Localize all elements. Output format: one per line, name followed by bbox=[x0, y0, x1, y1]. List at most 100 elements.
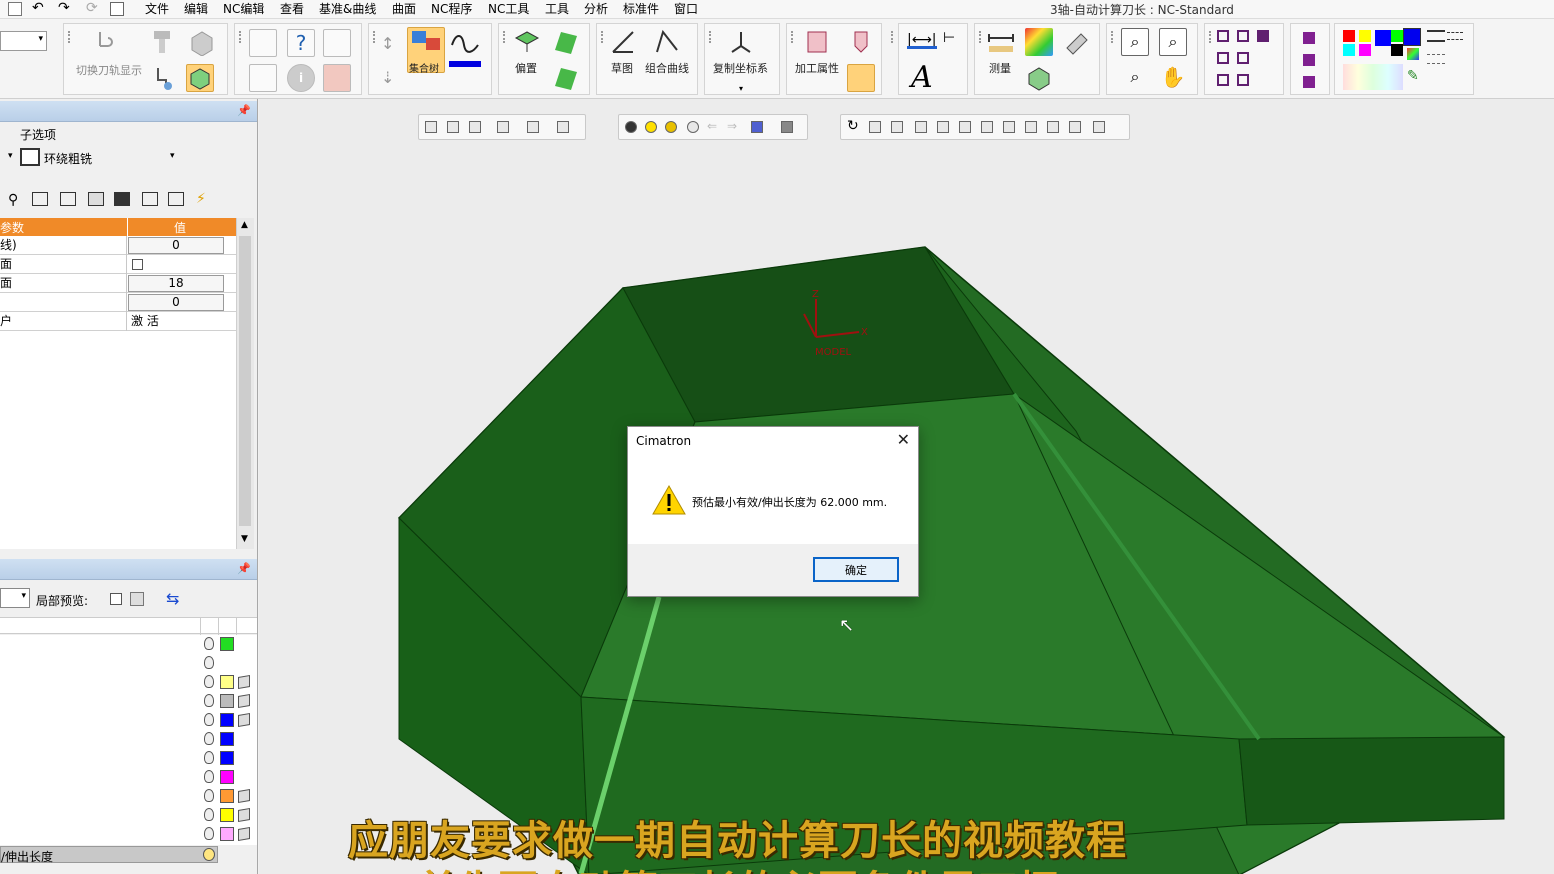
menu-view[interactable]: 查看 bbox=[280, 1, 304, 17]
layer-row[interactable] bbox=[200, 749, 256, 767]
arrow-right-icon[interactable]: ⇒ bbox=[727, 119, 739, 133]
param-value-input[interactable]: 0 bbox=[128, 294, 224, 311]
menu-surface[interactable]: 曲面 bbox=[392, 1, 416, 17]
sketch-icon[interactable] bbox=[609, 28, 637, 56]
param-tool-icon-3[interactable] bbox=[60, 192, 76, 206]
layer-color-swatch[interactable] bbox=[220, 770, 234, 784]
pan-icon[interactable]: ✋ bbox=[1159, 64, 1187, 92]
info-icon[interactable]: i bbox=[287, 64, 315, 92]
menu-window[interactable]: 窗口 bbox=[674, 1, 698, 17]
stock-display-icon[interactable] bbox=[186, 64, 214, 92]
zoom-window-icon[interactable]: ⌕ bbox=[1121, 28, 1149, 56]
save-params-icon[interactable] bbox=[114, 192, 130, 206]
param-tool-icon-8[interactable]: ⚡ bbox=[196, 191, 206, 207]
procedure-list-icon[interactable] bbox=[249, 29, 277, 57]
param-tool-icon-2[interactable] bbox=[32, 192, 48, 206]
layer-bulb-icon[interactable] bbox=[204, 827, 214, 840]
toolpath-switch-icon[interactable] bbox=[94, 28, 122, 56]
menu-nc-tools[interactable]: NC工具 bbox=[488, 1, 529, 17]
menu-standard-parts[interactable]: 标准件 bbox=[623, 1, 659, 17]
menu-edit[interactable]: 编辑 bbox=[184, 1, 208, 17]
color-picker-icon[interactable] bbox=[1407, 48, 1419, 60]
history-icon-6[interactable] bbox=[981, 121, 993, 133]
line-pattern-icon[interactable] bbox=[1427, 54, 1445, 64]
eyedropper-icon[interactable]: ✎ bbox=[1407, 68, 1419, 84]
layer-row[interactable] bbox=[200, 806, 256, 824]
menu-datum-curve[interactable]: 基准&曲线 bbox=[319, 1, 376, 17]
close-button[interactable]: ✕ bbox=[897, 431, 910, 449]
view-bottom-icon[interactable] bbox=[1217, 74, 1229, 86]
history-icon-10[interactable] bbox=[1069, 121, 1081, 133]
param-checkbox[interactable] bbox=[132, 259, 143, 270]
layer-bulb-icon[interactable] bbox=[204, 637, 214, 650]
combo-curve-icon[interactable] bbox=[653, 28, 681, 56]
layer-color-swatch[interactable] bbox=[220, 675, 234, 689]
layer-color-swatch[interactable] bbox=[220, 694, 234, 708]
layer-bulb-icon[interactable] bbox=[204, 713, 214, 726]
select-surface-icon[interactable] bbox=[469, 121, 481, 133]
color-swatch-yellow[interactable] bbox=[1359, 30, 1371, 42]
vertical-align-icon[interactable]: ↕ bbox=[381, 34, 394, 53]
procedure-dropdown-icon[interactable]: ▾ bbox=[170, 151, 175, 161]
tool-display-icon[interactable] bbox=[150, 64, 178, 92]
undo-icon[interactable]: ↶ bbox=[32, 0, 44, 16]
layer-bulb-icon[interactable] bbox=[204, 694, 214, 707]
param-value-input[interactable]: 18 bbox=[128, 275, 224, 292]
color-swatch-green[interactable] bbox=[1391, 30, 1403, 42]
selector-dropdown[interactable]: ▾ bbox=[0, 31, 47, 51]
history-icon-3[interactable] bbox=[915, 121, 927, 133]
render-wire-icon[interactable] bbox=[1303, 54, 1315, 66]
partial-preview-checkbox[interactable] bbox=[110, 593, 122, 605]
shaded-cube-icon[interactable] bbox=[751, 121, 763, 133]
param-scrollbar[interactable]: ▲ ▼ bbox=[236, 218, 254, 549]
procedure-name[interactable]: 环绕粗铣 bbox=[44, 150, 92, 167]
rotate-icon[interactable]: ↻ bbox=[847, 118, 859, 134]
param-tool-icon-4[interactable] bbox=[88, 192, 104, 206]
view-right-icon[interactable] bbox=[1237, 52, 1249, 64]
history-icon-7[interactable] bbox=[1003, 121, 1015, 133]
color-swatch-blue[interactable] bbox=[1375, 30, 1391, 46]
history-icon-9[interactable] bbox=[1047, 121, 1059, 133]
line-style-icon[interactable] bbox=[1447, 32, 1463, 40]
scrollbar-thumb[interactable] bbox=[239, 236, 251, 526]
pastel-palette[interactable] bbox=[1343, 64, 1403, 90]
current-color-swatch[interactable] bbox=[1403, 28, 1421, 46]
menu-tools[interactable]: 工具 bbox=[545, 1, 569, 17]
help-icon[interactable]: ? bbox=[287, 29, 315, 57]
bulb-off-icon[interactable] bbox=[687, 121, 699, 133]
layer-cube-icon[interactable] bbox=[238, 712, 250, 728]
layer-bulb-icon[interactable] bbox=[204, 808, 214, 821]
layer-cube-icon[interactable] bbox=[238, 674, 250, 690]
bulb-gold-icon[interactable] bbox=[665, 121, 677, 133]
param-value-input[interactable]: 0 bbox=[128, 237, 224, 254]
param-tool-icon-1[interactable]: ⚲ bbox=[8, 192, 18, 208]
layer-bulb-icon[interactable] bbox=[204, 789, 214, 802]
tool-attr-icon[interactable] bbox=[847, 28, 875, 56]
refresh-icon[interactable]: ⟳ bbox=[86, 0, 98, 16]
curvature-icon[interactable] bbox=[1025, 28, 1053, 56]
layer-color-swatch[interactable] bbox=[220, 827, 234, 841]
layer-color-swatch[interactable] bbox=[220, 732, 234, 746]
view-iso-icon[interactable] bbox=[1257, 30, 1269, 42]
redo-icon[interactable]: ↷ bbox=[58, 0, 70, 16]
path-icon[interactable] bbox=[449, 29, 479, 57]
view-back-icon[interactable] bbox=[1237, 74, 1249, 86]
surface2-icon[interactable] bbox=[551, 64, 579, 92]
layer-color-swatch[interactable] bbox=[220, 713, 234, 727]
measure-icon[interactable] bbox=[987, 28, 1015, 56]
procedure-expand-icon[interactable]: ▾ bbox=[8, 151, 13, 161]
render-hidden-icon[interactable] bbox=[1303, 76, 1315, 88]
swap-icon[interactable]: ⇆ bbox=[166, 589, 179, 608]
history-icon-5[interactable] bbox=[959, 121, 971, 133]
list-icon[interactable] bbox=[110, 2, 124, 16]
history-icon-4[interactable] bbox=[937, 121, 949, 133]
layer-color-swatch[interactable] bbox=[220, 751, 234, 765]
layer-cube-icon[interactable] bbox=[238, 693, 250, 709]
color-swatch-red[interactable] bbox=[1343, 30, 1355, 42]
preview-image-icon[interactable] bbox=[130, 592, 144, 606]
color-swatch-magenta[interactable] bbox=[1359, 44, 1371, 56]
layer-row[interactable] bbox=[200, 673, 256, 691]
layer-bulb-icon[interactable] bbox=[204, 751, 214, 764]
text-tool-icon[interactable]: A bbox=[911, 60, 933, 95]
vertical-list-icon[interactable]: ⇣ bbox=[381, 68, 394, 87]
